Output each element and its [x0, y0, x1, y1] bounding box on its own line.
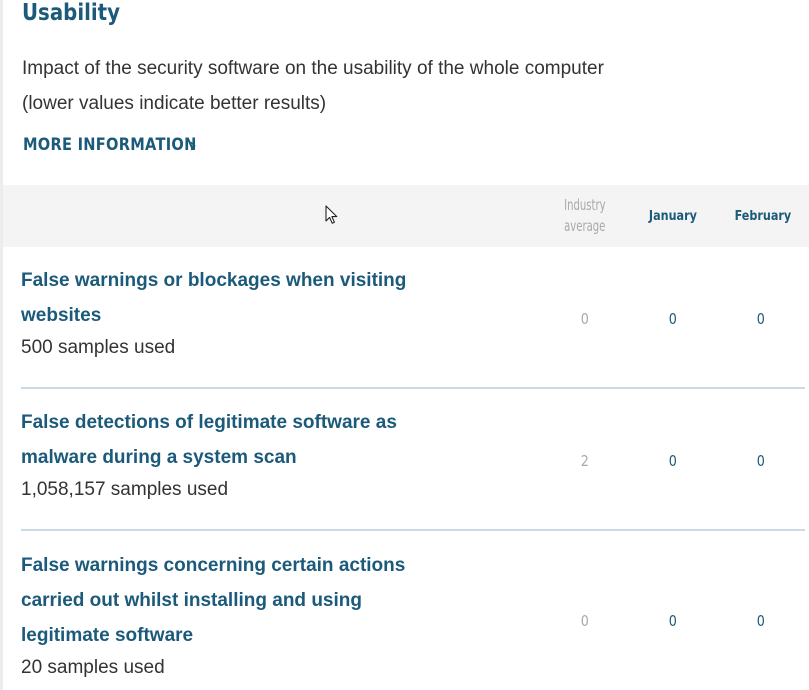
table-row: False warnings or blockages when visitin…	[21, 263, 805, 387]
row-samples: 1,058,157 samples used	[21, 479, 229, 500]
section-description: Impact of the security software on the u…	[22, 58, 604, 79]
more-information-label: MORE INFORMATION	[23, 135, 197, 155]
column-header-industry-average: Industry average	[564, 196, 606, 235]
row-divider	[21, 387, 805, 389]
february-value: 0	[756, 612, 766, 630]
february-value: 0	[756, 310, 766, 328]
january-value: 0	[668, 612, 678, 630]
industry-average-value: 2	[580, 452, 590, 470]
january-value: 0	[668, 452, 678, 470]
table-row: False warnings concerning certain action…	[21, 548, 805, 690]
row-title: False warnings or blockages when visitin…	[21, 270, 407, 326]
row-samples: 20 samples used	[21, 657, 165, 678]
column-header-january: January	[649, 208, 697, 224]
column-header-february: February	[734, 208, 792, 224]
row-title: False warnings concerning certain action…	[21, 555, 406, 646]
january-value: 0	[668, 310, 678, 328]
february-value: 0	[756, 452, 766, 470]
industry-average-value: 0	[580, 310, 590, 328]
table-header: Industry average January February	[3, 185, 809, 247]
row-samples: 500 samples used	[21, 337, 176, 358]
row-title: False detections of legitimate software …	[21, 412, 397, 468]
more-information-link[interactable]: MORE INFORMATION ›	[23, 133, 197, 157]
mouse-pointer-icon	[325, 205, 338, 224]
section-title: Usability	[22, 0, 121, 26]
left-border	[0, 0, 3, 690]
row-divider	[21, 529, 805, 531]
table-row: False detections of legitimate software …	[21, 405, 805, 529]
industry-average-value: 0	[580, 612, 590, 630]
section-description-note: (lower values indicate better results)	[22, 93, 327, 114]
